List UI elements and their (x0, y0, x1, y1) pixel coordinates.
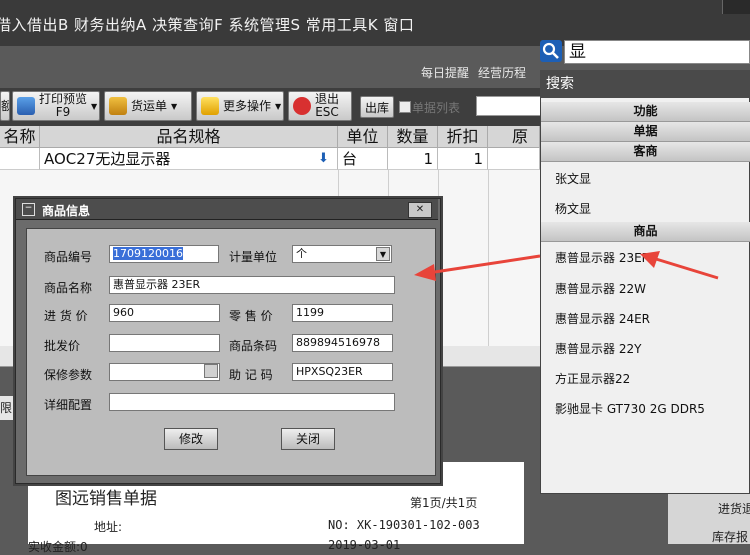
column-header-unit[interactable]: 单位 (338, 126, 388, 148)
table-cell-price[interactable] (488, 148, 540, 170)
print-preview-button[interactable]: 打印预览 F9 ▼ (12, 91, 100, 121)
print-preview-label: 打印预览 (39, 92, 88, 106)
more-operations-label: 更多操作 (223, 98, 272, 113)
modify-button[interactable]: 修改 (164, 428, 218, 450)
dialog-title: 商品信息 (42, 204, 91, 218)
list-item[interactable]: 惠普显示器 22Y (555, 340, 641, 357)
search-button[interactable] (540, 40, 562, 62)
list-item[interactable]: 惠普显示器 23ER (555, 249, 650, 266)
barcode-field[interactable]: 889894516978 (292, 334, 393, 352)
search-panel-title: 搜索 (540, 70, 750, 98)
paid-amount: 实收金额:0 (28, 540, 88, 554)
barcode-label: 商品条码 (229, 339, 278, 353)
code-label: 商品编号 (44, 250, 93, 264)
warranty-label: 保修参数 (44, 368, 93, 382)
bill-list-checkbox[interactable] (399, 101, 411, 113)
business-history-link[interactable]: 经营历程 (478, 64, 526, 81)
table-cell-discount[interactable]: 1 (438, 148, 488, 170)
purchase-price-label: 进 货 价 (44, 309, 88, 323)
arrow-down-icon[interactable]: ⬇ (318, 148, 329, 170)
purchase-price-field[interactable]: 960 (109, 304, 220, 322)
bill-list-label: 单据列表 (412, 101, 461, 115)
chevron-down-icon: ▼ (91, 101, 98, 111)
grid-line (488, 170, 489, 346)
document-date: 2019-03-01 (328, 538, 401, 552)
mnemonic-label: 助 记 码 (229, 368, 273, 382)
daily-reminder-link[interactable]: 每日提醒 (421, 64, 469, 81)
column-header-price[interactable]: 原价 (488, 126, 540, 168)
code-value: 1709120016 (113, 247, 183, 260)
list-item[interactable]: 惠普显示器 22W (555, 280, 646, 297)
toolbar-partial-button[interactable]: 额 (0, 91, 10, 121)
wholesale-price-field[interactable] (109, 334, 220, 352)
dialog-close-icon[interactable]: ✕ (408, 202, 432, 218)
search-input[interactable]: 显 (564, 40, 750, 64)
table-cell-qty[interactable]: 1 (388, 148, 438, 170)
chevron-down-icon: ▼ (275, 101, 282, 111)
chevron-down-icon[interactable]: ▼ (376, 247, 390, 261)
menu-items[interactable]: 借入借出B 财务出纳A 决策查询F 系统管理S 常用工具K 窗口 (0, 14, 414, 35)
window-control-button[interactable] (722, 0, 750, 14)
exit-key: ESC (315, 105, 339, 119)
power-icon (293, 97, 311, 115)
unit-label: 计量单位 (229, 250, 278, 264)
waybill-button[interactable]: 货运单 ▼ (104, 91, 192, 121)
name-label: 商品名称 (44, 281, 93, 295)
table-cell[interactable] (0, 148, 40, 170)
warranty-picker-button[interactable] (204, 364, 218, 378)
list-item[interactable]: 杨文显 (555, 200, 591, 217)
unit-select[interactable]: 个 ▼ (292, 245, 392, 263)
spec-value: AOC27无边显示器 (44, 150, 171, 168)
category-customer[interactable]: 客商 (541, 142, 750, 162)
category-bill[interactable]: 单据 (541, 122, 750, 142)
close-button[interactable]: 关闭 (281, 428, 335, 450)
name-field[interactable]: 惠普显示器 23ER (109, 276, 395, 294)
retail-price-label: 零 售 价 (229, 309, 273, 323)
page-info: 第1页/共1页 (410, 496, 478, 510)
printer-icon (17, 97, 35, 115)
unit-value: 个 (296, 247, 307, 260)
column-header-discount[interactable]: 折扣 (438, 126, 488, 148)
list-item[interactable]: 张文显 (555, 170, 591, 187)
column-header-name[interactable]: 名称 (0, 126, 40, 148)
detail-config-field[interactable] (109, 393, 395, 411)
retail-price-field[interactable]: 1199 (292, 304, 393, 322)
folder-icon (201, 97, 219, 115)
table-cell-spec[interactable]: AOC27无边显示器 ⬇ (40, 148, 338, 170)
document-number: NO: XK-190301-102-003 (328, 518, 480, 532)
code-field[interactable]: 1709120016 (109, 245, 219, 263)
wholesale-price-label: 批发价 (44, 339, 81, 353)
search-icon (542, 42, 559, 59)
list-item[interactable]: 方正显示器22 (555, 370, 630, 387)
table-cell-unit[interactable]: 台 (338, 148, 388, 170)
dialog-menu-icon[interactable]: − (22, 203, 35, 216)
column-header-qty[interactable]: 数量 (388, 126, 438, 148)
address-label: 地址: (94, 520, 123, 534)
print-preview-key: F9 (55, 105, 71, 119)
document-title: 图远销售单据 (55, 489, 157, 509)
purchase-return-link[interactable]: 进货退 (718, 500, 750, 517)
chevron-down-icon: ▼ (171, 101, 178, 111)
exit-button[interactable]: 退出 ESC (288, 91, 352, 121)
category-goods[interactable]: 商品 (541, 222, 750, 242)
list-item[interactable]: 惠普显示器 24ER (555, 310, 650, 327)
exit-label: 退出 (315, 92, 340, 106)
list-item[interactable]: 影驰显卡 GT730 2G DDR5 (555, 400, 705, 417)
category-function[interactable]: 功能 (541, 102, 750, 122)
mnemonic-field[interactable]: HPXSQ23ER (292, 363, 393, 381)
waybill-label: 货运单 (131, 98, 168, 113)
truck-icon (109, 97, 127, 115)
toolbar-search-input[interactable] (476, 96, 542, 116)
outbound-button[interactable]: 出库 (360, 96, 395, 118)
detail-config-label: 详细配置 (44, 398, 93, 412)
stock-report-link[interactable]: 库存报 (712, 528, 748, 545)
more-operations-button[interactable]: 更多操作 ▼ (196, 91, 284, 121)
column-header-spec[interactable]: 品名规格 (40, 126, 338, 148)
side-tab[interactable]: 限 (0, 396, 14, 420)
